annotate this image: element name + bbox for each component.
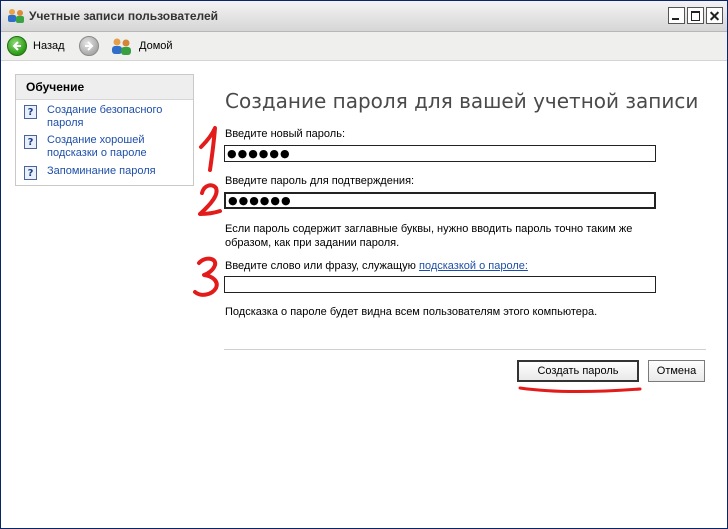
toolbar: Назад Домой bbox=[1, 32, 727, 61]
window-title: Учетные записи пользователей bbox=[29, 9, 219, 23]
create-password-button[interactable]: Создать пароль bbox=[517, 360, 639, 382]
title-bar[interactable]: Учетные записи пользователей bbox=[1, 1, 727, 32]
confirm-password-label: Введите пароль для подтверждения: bbox=[225, 175, 415, 187]
case-sensitivity-note: Если пароль содержит заглавные буквы, ну… bbox=[225, 223, 633, 249]
divider bbox=[224, 349, 706, 350]
confirm-password-input[interactable]: ●●●●●● bbox=[224, 192, 656, 209]
page-title: Создание пароля для вашей учетной записи bbox=[225, 89, 699, 113]
help-icon: ? bbox=[24, 166, 37, 180]
user-accounts-window: Учетные записи пользователей Назад Домой… bbox=[0, 0, 728, 529]
back-button[interactable]: Назад bbox=[7, 36, 65, 56]
help-icon: ? bbox=[24, 135, 37, 149]
sidebar-item-good-hint[interactable]: ? Создание хорошей подсказки о пароле bbox=[24, 134, 192, 160]
users-app-icon bbox=[8, 9, 24, 23]
sidebar-item-label[interactable]: Создание безопасного пароля bbox=[47, 104, 192, 130]
forward-arrow-icon bbox=[79, 36, 99, 56]
close-button[interactable] bbox=[706, 7, 723, 24]
new-password-label: Введите новый пароль: bbox=[225, 128, 346, 140]
sidebar-item-label[interactable]: Запоминание пароля bbox=[47, 165, 192, 180]
password-hint-input[interactable] bbox=[224, 276, 656, 293]
home-button[interactable]: Домой bbox=[111, 36, 173, 56]
sidebar-item-label[interactable]: Создание хорошей подсказки о пароле bbox=[47, 134, 192, 160]
forward-button[interactable] bbox=[79, 36, 99, 56]
maximize-button[interactable] bbox=[687, 7, 704, 24]
sidebar-item-remember-password[interactable]: ? Запоминание пароля bbox=[24, 165, 192, 180]
minimize-button[interactable] bbox=[668, 7, 685, 24]
hint-label-text: Введите слово или фразу, служащую bbox=[225, 260, 419, 272]
home-label: Домой bbox=[139, 40, 173, 52]
back-arrow-icon bbox=[7, 36, 27, 56]
sidebar-item-secure-password[interactable]: ? Создание безопасного пароля bbox=[24, 104, 192, 130]
cancel-button[interactable]: Отмена bbox=[648, 360, 705, 382]
hint-visibility-note: Подсказка о пароле будет видна всем поль… bbox=[225, 306, 598, 318]
hint-label: Введите слово или фразу, служащую подска… bbox=[225, 260, 528, 272]
back-label: Назад bbox=[33, 40, 65, 52]
home-users-icon bbox=[112, 38, 131, 55]
new-password-input[interactable]: ●●●●●● bbox=[224, 145, 656, 162]
sidebar-heading: Обучение bbox=[16, 75, 193, 100]
help-icon: ? bbox=[24, 105, 37, 119]
learn-sidebar: Обучение ? Создание безопасного пароля ?… bbox=[15, 74, 194, 186]
hint-help-link[interactable]: подсказкой о пароле: bbox=[419, 260, 528, 272]
